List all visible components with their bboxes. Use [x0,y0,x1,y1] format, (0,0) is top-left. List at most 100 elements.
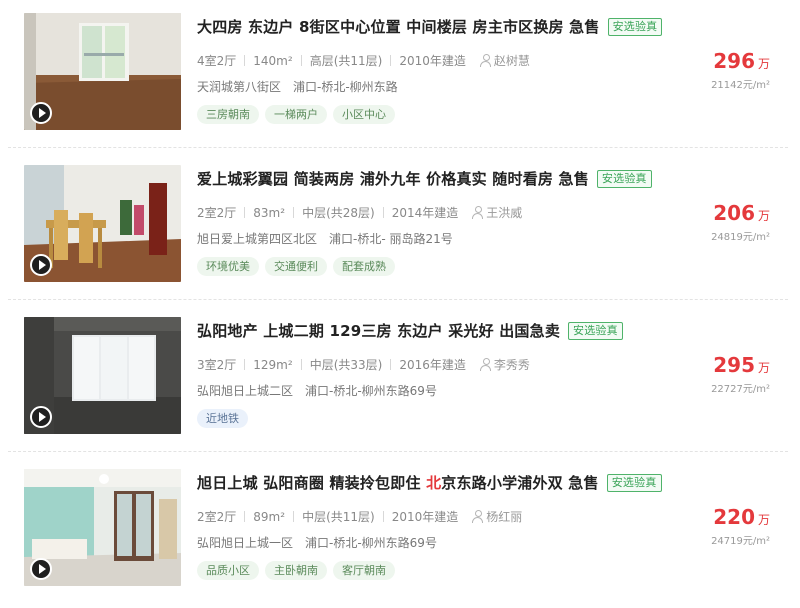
price-value: 295 [713,353,755,377]
tag: 环境优美 [197,257,259,276]
divider [382,207,384,218]
tag: 小区中心 [333,105,395,124]
tag-list: 品质小区 主卧朝南 客厅朝南 [197,559,401,580]
person-icon [479,54,491,67]
tag: 配套成熟 [333,257,395,276]
person-icon [479,358,491,371]
community-link[interactable]: 天润城第八街区 [197,80,281,94]
divider [293,207,295,218]
district-text: 浦口-桥北- 丽岛路21号 [329,232,453,246]
total-price: 220 万 [713,505,770,529]
play-icon[interactable] [30,254,52,276]
listing-title-text[interactable]: 旭日上城 弘阳商圈 精装拎包即住 [197,474,426,492]
listing-item[interactable]: 弘阳地产 上城二期 129三房 东边户 采光好 出国急卖 安选验真 3室2厅 129… [0,304,800,456]
room-layout: 2室2厅 [197,206,237,220]
community-link[interactable]: 旭日爱上城第四区北区 [197,232,317,246]
agent[interactable]: 李秀秀 [479,358,530,372]
agent[interactable]: 赵树慧 [479,54,530,68]
floor-area: 83m² [253,206,286,220]
district-text: 浦口-桥北-柳州东路69号 [305,384,437,398]
listing-photo[interactable] [24,165,181,282]
divider [244,207,246,218]
listing-item[interactable]: 爱上城彩翼园 简装两房 浦外九年 价格真实 随时看房 急售 安选验真 2室2厅 83… [0,152,800,304]
tag: 三房朝南 [197,105,259,124]
price-unit: 万 [757,361,770,375]
price-unit: 万 [757,209,770,223]
floor-area: 89m² [253,510,286,524]
tag: 一梯两户 [265,105,327,124]
listing-title-text[interactable]: 京东路小学浦外双 急售 [441,474,598,492]
listing-title[interactable]: 弘阳地产 上城二期 129三房 东边户 采光好 出国急卖 安选验真 [197,320,623,342]
price-value: 220 [713,505,755,529]
agent[interactable]: 王洪威 [472,206,522,220]
tag: 品质小区 [197,561,259,580]
room-layout: 3室2厅 [197,358,237,372]
agent-name[interactable]: 李秀秀 [494,358,530,372]
community-link[interactable]: 弘阳旭日上城二区 [197,384,293,398]
listing-separator [8,147,788,148]
agent-name[interactable]: 赵树慧 [494,54,530,68]
tag: 主卧朝南 [265,561,327,580]
unit-price: 24719元/m² [711,536,770,547]
tag: 交通便利 [265,257,327,276]
total-price: 295 万 [713,353,770,377]
listing-title-highlight[interactable]: 北 [426,474,441,492]
community-link[interactable]: 弘阳旭日上城一区 [197,536,293,550]
listing-title-text[interactable]: 大四房 东边户 8街区中心位置 中间楼层 房主市区换房 急售 [197,18,600,36]
play-icon[interactable] [30,102,52,124]
person-icon [472,510,484,523]
price-unit: 万 [757,57,770,71]
divider [300,55,302,66]
verified-badge: 安选验真 [568,322,623,340]
build-year: 2010年建造 [399,54,466,68]
district-text: 浦口-桥北-柳州东路 [293,80,398,94]
listing-photo[interactable] [24,317,181,434]
price-unit: 万 [757,513,770,527]
district-text: 浦口-桥北-柳州东路69号 [305,536,437,550]
room-layout: 2室2厅 [197,510,237,524]
listing-photo[interactable] [24,469,181,586]
listing-title[interactable]: 大四房 东边户 8街区中心位置 中间楼层 房主市区换房 急售 安选验真 [197,16,663,38]
person-icon [472,206,484,219]
agent[interactable]: 杨红丽 [472,510,522,524]
divider [244,359,246,370]
unit-price: 21142元/m² [711,80,770,91]
play-icon[interactable] [30,406,52,428]
divider [390,359,392,370]
listing-address: 弘阳旭日上城一区 浦口-桥北-柳州东路69号 [197,533,437,553]
total-price: 296 万 [713,49,770,73]
total-price: 206 万 [713,201,770,225]
listing-separator [8,299,788,300]
listing-info: 2室2厅 89m² 中层(共11层) 2010年建造 杨红丽 [197,507,522,527]
listing-title[interactable]: 旭日上城 弘阳商圈 精装拎包即住 北京东路小学浦外双 急售 安选验真 [197,472,662,494]
listing-title-text[interactable]: 爱上城彩翼园 简装两房 浦外九年 价格真实 随时看房 急售 [197,170,589,188]
agent-name[interactable]: 王洪威 [486,206,522,220]
build-year: 2016年建造 [399,358,466,372]
play-icon[interactable] [30,558,52,580]
listing-info: 4室2厅 140m² 高层(共11层) 2010年建造 赵树慧 [197,51,530,71]
room-layout: 4室2厅 [197,54,237,68]
divider [382,511,384,522]
tag-list: 近地铁 [197,407,254,428]
divider [390,55,392,66]
listing-photo[interactable] [24,13,181,130]
divider [244,511,246,522]
verified-badge: 安选验真 [596,170,652,188]
listing-item[interactable]: 旭日上城 弘阳商圈 精装拎包即住 北京东路小学浦外双 急售 安选验真 2室2厅 89… [0,456,800,608]
floor-level: 中层(共28层) [302,206,375,220]
build-year: 2014年建造 [391,206,459,220]
tag-list: 三房朝南 一梯两户 小区中心 [197,103,401,124]
verified-badge: 安选验真 [607,18,663,36]
tag: 近地铁 [197,409,248,428]
listing-title-text[interactable]: 弘阳地产 上城二期 129三房 东边户 采光好 出国急卖 [197,322,560,340]
agent-name[interactable]: 杨红丽 [486,510,522,524]
divider [293,511,295,522]
tag: 客厅朝南 [333,561,395,580]
price-value: 296 [713,49,755,73]
listing-item[interactable]: 大四房 东边户 8街区中心位置 中间楼层 房主市区换房 急售 安选验真 4室2厅 1… [0,0,800,152]
price-value: 206 [713,201,755,225]
listing-separator [8,451,788,452]
listing-title[interactable]: 爱上城彩翼园 简装两房 浦外九年 价格真实 随时看房 急售 安选验真 [197,168,652,190]
tag-list: 环境优美 交通便利 配套成熟 [197,255,401,276]
verified-badge: 安选验真 [606,474,662,492]
